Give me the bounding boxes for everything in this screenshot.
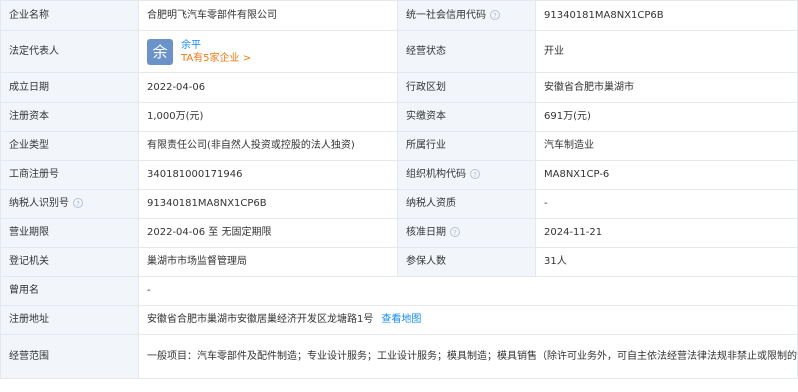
row-reg-no: 工商注册号 340181000171946 组织机构代码? MA8NX1CP-6 bbox=[0, 160, 798, 190]
term-value: 2022-04-06 至 无固定期限 bbox=[138, 218, 398, 248]
legal-rep-cell: 余 余平 TA有5家企业 > bbox=[138, 30, 398, 73]
credit-code-label-cell: 统一社会信用代码? bbox=[397, 0, 536, 31]
industry-label: 所属行业 bbox=[397, 131, 536, 161]
status-label: 经营状态 bbox=[397, 30, 536, 73]
row-capital: 注册资本 1,000万(元) 实缴资本 691万(元) bbox=[0, 102, 798, 132]
paid-capital-label: 实缴资本 bbox=[397, 102, 536, 132]
reg-capital-value: 1,000万(元) bbox=[138, 102, 398, 132]
approved-label: 核准日期 bbox=[406, 227, 446, 238]
approved-value: 2024-11-21 bbox=[535, 218, 798, 248]
scope-label: 经营范围 bbox=[0, 334, 139, 379]
taxpayer-id-value: 91340181MA8NX1CP6B bbox=[138, 189, 398, 219]
address-label: 注册地址 bbox=[0, 305, 139, 335]
term-label: 营业期限 bbox=[0, 218, 139, 248]
biz-reg-no-label: 工商注册号 bbox=[0, 160, 139, 190]
paid-capital-value: 691万(元) bbox=[535, 102, 798, 132]
credit-code-value: 91340181MA8NX1CP6B bbox=[535, 0, 798, 31]
authority-label: 登记机关 bbox=[0, 247, 139, 277]
view-map-link[interactable]: 查看地图 bbox=[381, 314, 421, 325]
legal-rep-companies-link[interactable]: TA有5家企业 > bbox=[181, 52, 251, 65]
avatar[interactable]: 余 bbox=[147, 38, 173, 65]
company-name-value: 合肥明飞汽车零部件有限公司 bbox=[138, 0, 398, 31]
row-name: 企业名称 合肥明飞汽车零部件有限公司 统一社会信用代码? 91340181MA8… bbox=[0, 0, 798, 31]
former-name-value: - bbox=[138, 276, 798, 306]
row-founded: 成立日期 2022-04-06 行政区划 安徽省合肥市巢湖市 bbox=[0, 72, 798, 103]
founded-value: 2022-04-06 bbox=[138, 72, 398, 103]
biz-reg-no-value: 340181000171946 bbox=[138, 160, 398, 190]
region-value: 安徽省合肥市巢湖市 bbox=[535, 72, 798, 103]
type-label: 企业类型 bbox=[0, 131, 139, 161]
founded-label: 成立日期 bbox=[0, 72, 139, 103]
authority-value: 巢湖市市场监督管理局 bbox=[138, 247, 398, 277]
org-code-label: 组织机构代码 bbox=[406, 169, 466, 180]
reg-capital-label: 注册资本 bbox=[0, 102, 139, 132]
approved-label-cell: 核准日期? bbox=[397, 218, 536, 248]
insured-value: 31人 bbox=[535, 247, 798, 277]
credit-code-label: 统一社会信用代码 bbox=[406, 9, 486, 21]
row-taxpayer: 纳税人识别号? 91340181MA8NX1CP6B 纳税人资质 - bbox=[0, 189, 798, 219]
row-term: 营业期限 2022-04-06 至 无固定期限 核准日期? 2024-11-21 bbox=[0, 218, 798, 248]
legal-rep-label: 法定代表人 bbox=[0, 30, 139, 73]
type-value: 有限责任公司(非自然人投资或控股的法人独资) bbox=[138, 131, 398, 161]
taxpayer-qual-value: - bbox=[535, 189, 798, 219]
question-circle-icon[interactable]: ? bbox=[73, 198, 83, 208]
row-address: 注册地址 安徽省合肥市巢湖市安徽居巢经济开发区龙塘路1号 查看地图 bbox=[0, 305, 798, 335]
taxpayer-qual-label: 纳税人资质 bbox=[397, 189, 536, 219]
row-type: 企业类型 有限责任公司(非自然人投资或控股的法人独资) 所属行业 汽车制造业 bbox=[0, 131, 798, 161]
taxpayer-id-label: 纳税人识别号 bbox=[9, 198, 69, 209]
company-name-label: 企业名称 bbox=[0, 0, 139, 31]
taxpayer-id-label-cell: 纳税人识别号? bbox=[0, 189, 139, 219]
org-code-label-cell: 组织机构代码? bbox=[397, 160, 536, 190]
status-value: 开业 bbox=[535, 30, 798, 73]
row-scope: 经营范围 一般项目：汽车零部件及配件制造；专业设计服务；工业设计服务；模具制造；… bbox=[0, 334, 798, 379]
question-circle-icon[interactable]: ? bbox=[450, 227, 460, 237]
legal-rep-name-link[interactable]: 余平 bbox=[181, 39, 251, 52]
question-circle-icon[interactable]: ? bbox=[470, 169, 480, 179]
region-label: 行政区划 bbox=[397, 72, 536, 103]
address-cell: 安徽省合肥市巢湖市安徽居巢经济开发区龙塘路1号 查看地图 bbox=[138, 305, 798, 335]
row-authority: 登记机关 巢湖市市场监督管理局 参保人数 31人 bbox=[0, 247, 798, 277]
company-info-table: 企业名称 合肥明飞汽车零部件有限公司 统一社会信用代码? 91340181MA8… bbox=[0, 0, 798, 379]
former-name-label: 曾用名 bbox=[0, 276, 139, 306]
insured-label: 参保人数 bbox=[397, 247, 536, 277]
row-legal-rep: 法定代表人 余 余平 TA有5家企业 > 经营状态 开业 bbox=[0, 30, 798, 73]
scope-value: 一般项目：汽车零部件及配件制造；专业设计服务；工业设计服务；模具制造；模具销售（… bbox=[138, 334, 798, 379]
question-circle-icon[interactable]: ? bbox=[490, 9, 500, 20]
org-code-value: MA8NX1CP-6 bbox=[535, 160, 798, 190]
row-former-name: 曾用名 - bbox=[0, 276, 798, 306]
industry-value: 汽车制造业 bbox=[535, 131, 798, 161]
address-value: 安徽省合肥市巢湖市安徽居巢经济开发区龙塘路1号 bbox=[147, 314, 374, 325]
